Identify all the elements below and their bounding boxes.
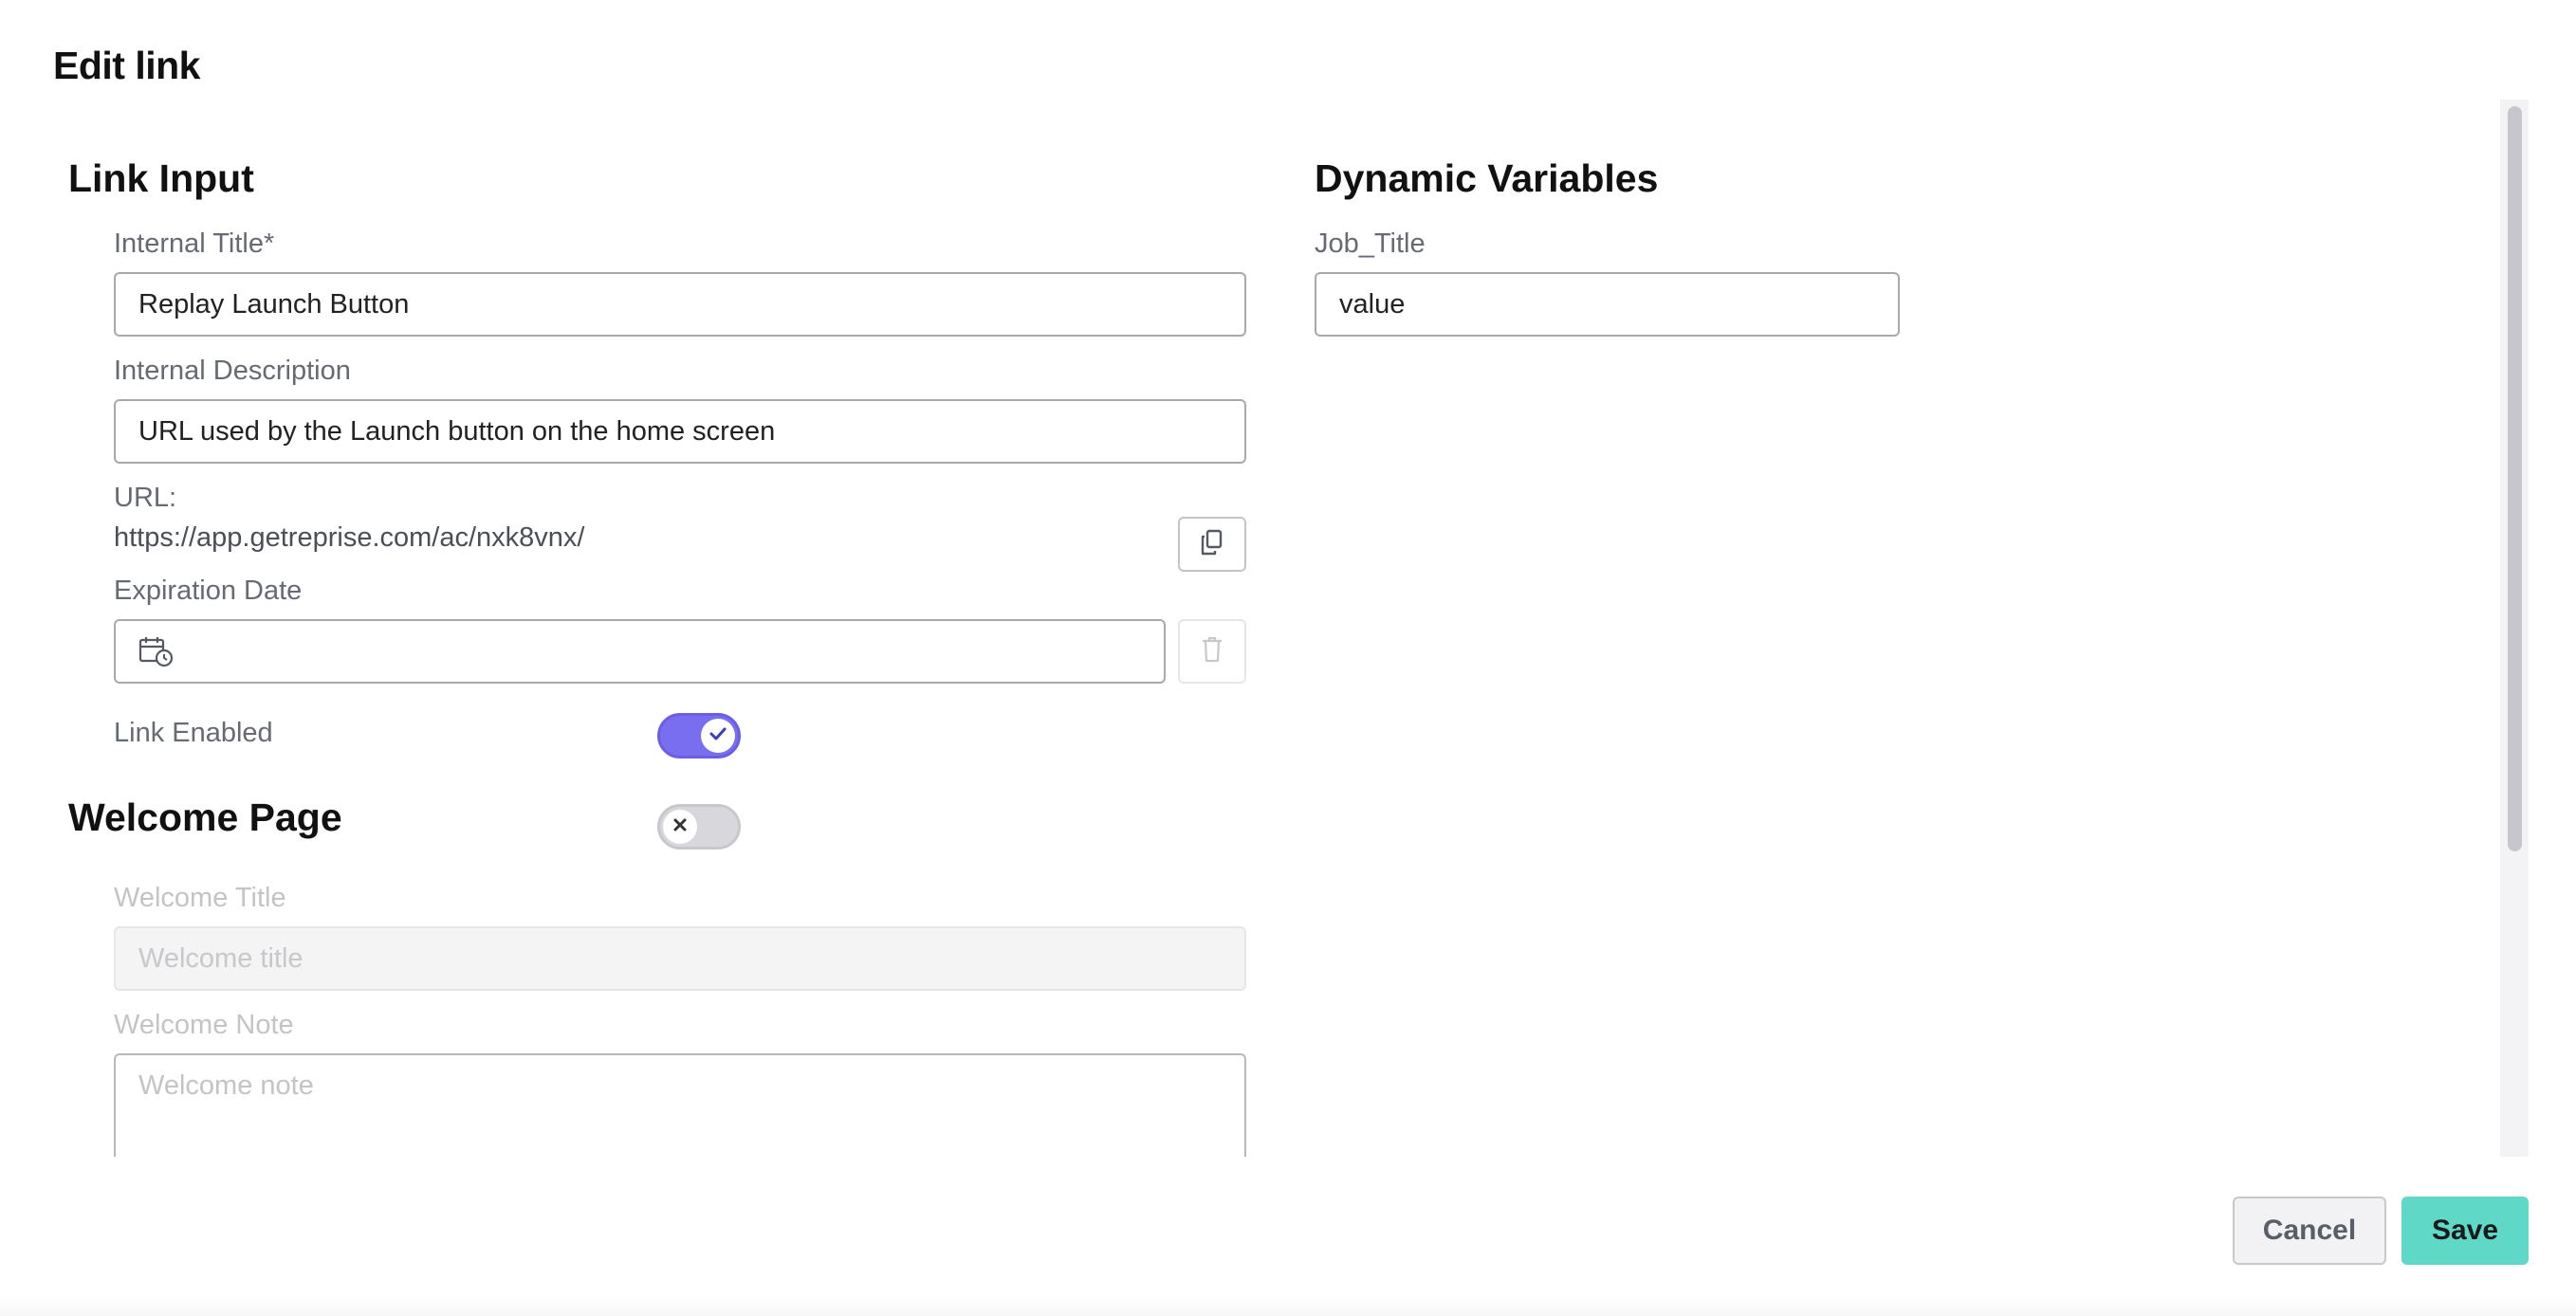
trash-icon xyxy=(1202,636,1223,667)
welcome-title-input[interactable]: Welcome title xyxy=(114,926,1246,991)
calendar-clock-icon xyxy=(138,635,175,667)
scrollbar-thumb[interactable] xyxy=(2508,106,2522,851)
welcome-note-textarea[interactable]: Welcome note xyxy=(114,1053,1246,1157)
welcome-page-toggle[interactable] xyxy=(657,804,741,850)
link-input-heading: Link Input xyxy=(68,156,254,200)
variable-value-input[interactable]: value xyxy=(1315,272,1900,337)
copy-url-button[interactable] xyxy=(1178,517,1246,572)
internal-title-label: Internal Title* xyxy=(114,228,275,259)
check-icon xyxy=(709,727,727,745)
welcome-note-label: Welcome Note xyxy=(114,1010,294,1040)
clear-expiration-button[interactable] xyxy=(1178,619,1246,684)
dialog-title: Edit link xyxy=(53,44,200,87)
url-label: URL: xyxy=(114,483,177,513)
expiration-date-input[interactable] xyxy=(114,619,1166,684)
internal-title-value: Replay Launch Button xyxy=(138,288,410,320)
bottom-edge xyxy=(0,1297,2576,1316)
link-enabled-toggle[interactable] xyxy=(657,713,741,759)
dynamic-variables-heading: Dynamic Variables xyxy=(1315,156,1659,200)
link-enabled-label: Link Enabled xyxy=(114,718,273,748)
toggle-knob xyxy=(663,810,697,844)
internal-description-input[interactable]: URL used by the Launch button on the hom… xyxy=(114,399,1246,464)
internal-description-value: URL used by the Launch button on the hom… xyxy=(138,415,776,447)
variable-name-label: Job_Title xyxy=(1315,228,1426,259)
welcome-title-placeholder: Welcome title xyxy=(138,942,304,974)
welcome-note-placeholder: Welcome note xyxy=(138,1070,314,1101)
internal-title-input[interactable]: Replay Launch Button xyxy=(114,272,1246,337)
toggle-knob xyxy=(701,719,735,753)
copy-icon xyxy=(1200,529,1224,560)
welcome-page-heading: Welcome Page xyxy=(68,795,342,839)
expiration-date-label: Expiration Date xyxy=(114,576,303,606)
welcome-title-label: Welcome Title xyxy=(114,883,286,913)
url-value: https://app.getreprise.com/ac/nxk8vnx/ xyxy=(114,522,585,553)
cancel-button[interactable]: Cancel xyxy=(2233,1197,2386,1265)
variable-value: value xyxy=(1339,288,1406,320)
save-button[interactable]: Save xyxy=(2401,1197,2529,1265)
x-icon xyxy=(673,818,687,836)
edit-link-dialog: Edit link Link Input Internal Title* Rep… xyxy=(0,0,2576,1316)
internal-description-label: Internal Description xyxy=(114,356,351,386)
